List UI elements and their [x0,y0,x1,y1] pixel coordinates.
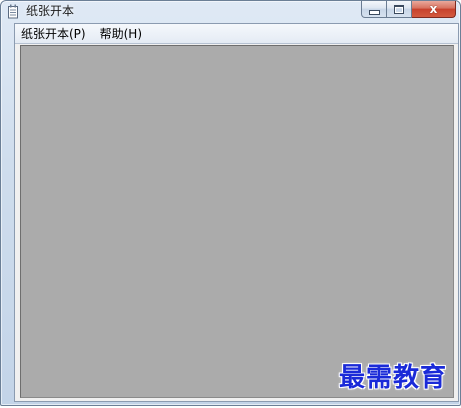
minimize-button[interactable] [361,1,387,18]
menu-bar: 纸张开本(P) 帮助(H) [15,24,458,44]
caption-buttons: x [361,1,456,19]
title-bar[interactable]: 纸张开本 x [1,1,460,23]
menu-help[interactable]: 帮助(H) [93,25,149,43]
drawing-canvas[interactable]: 最需教育 [20,45,454,398]
notepad-icon[interactable] [7,4,20,19]
window-title: 纸张开本 [26,4,75,18]
app-window: 纸张开本 x 纸张开本(P) 帮助(H) 最需教育 [0,0,461,406]
minimize-icon [368,9,380,15]
maximize-icon [394,4,404,14]
close-button[interactable]: x [412,1,456,18]
menu-paper-size[interactable]: 纸张开本(P) [15,25,93,43]
client-area: 纸张开本(P) 帮助(H) 最需教育 [14,23,459,402]
close-icon: x [429,2,438,16]
watermark-text: 最需教育 [338,363,447,393]
maximize-button[interactable] [387,1,412,18]
